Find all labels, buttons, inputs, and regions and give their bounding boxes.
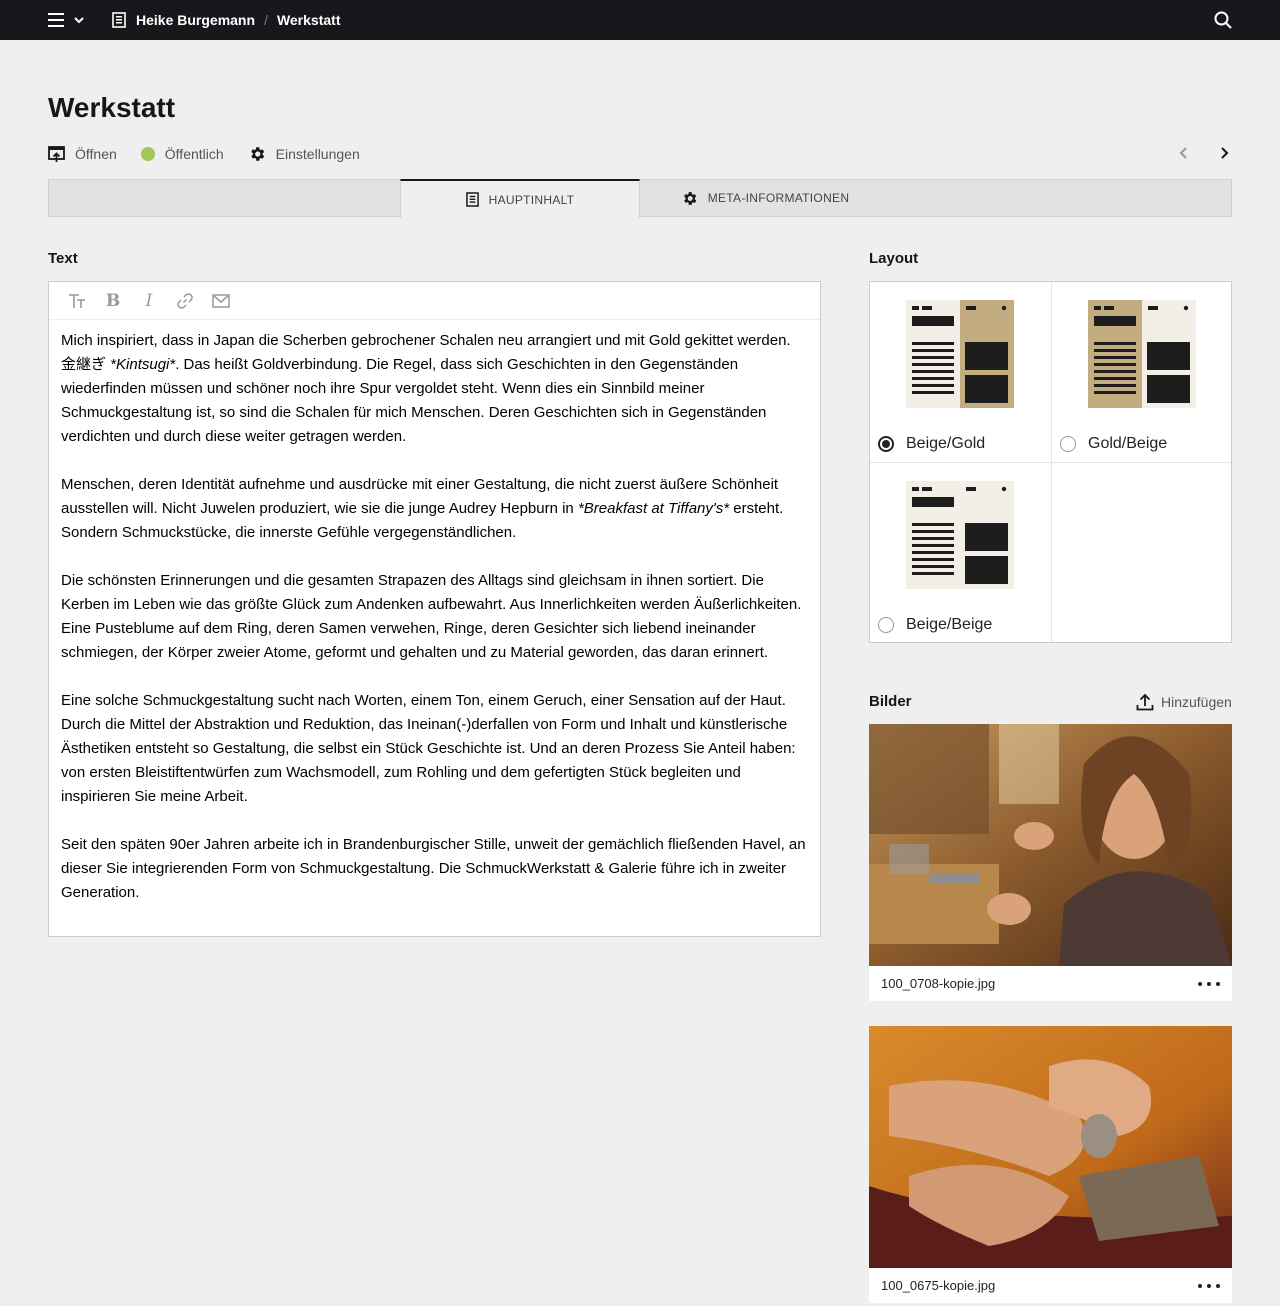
- chevron-down-icon: [74, 17, 84, 24]
- chevron-left-icon: [1179, 147, 1187, 159]
- dot: [1198, 1283, 1202, 1288]
- add-image-button[interactable]: Hinzufügen: [1136, 693, 1232, 711]
- radio-button[interactable]: [1060, 436, 1076, 452]
- paragraph-emphasis: *Breakfast at Tiffany's*: [577, 500, 730, 517]
- photo-thumbnail[interactable]: [869, 724, 1232, 966]
- email-button[interactable]: [203, 286, 239, 316]
- text-section-label: Text: [48, 250, 78, 267]
- settings-button[interactable]: Einstellungen: [248, 145, 360, 163]
- email-icon: [212, 293, 230, 308]
- add-image-label: Hinzufügen: [1161, 694, 1232, 710]
- option-text: Beige/Gold: [906, 435, 986, 452]
- image-card: 100_0708-kopie.jpg: [869, 724, 1232, 1001]
- layout-thumbnail: [1088, 300, 1196, 408]
- paragraph-text: Eine solche Schmuckgestaltung sucht nach…: [61, 692, 796, 805]
- chevron-right-icon: [1221, 147, 1229, 159]
- dot: [1207, 981, 1211, 986]
- radio-button-selected[interactable]: [878, 436, 894, 452]
- tab-bar: HAUPTINHALT META-INFORMATIONEN: [48, 179, 1232, 218]
- dot: [1207, 1283, 1211, 1288]
- italic-button[interactable]: I: [131, 286, 167, 316]
- hamburger-icon: [48, 13, 84, 27]
- text-paragraph: Die schönsten Erinnerungen und die gesam…: [61, 569, 808, 665]
- settings-label: Einstellungen: [275, 146, 360, 162]
- image-filename: 100_0675-kopie.jpg: [881, 1278, 996, 1293]
- option-text: Gold/Beige: [1088, 435, 1168, 452]
- link-button[interactable]: [167, 286, 203, 316]
- tab-label: HAUPTINHALT: [488, 192, 575, 207]
- text-paragraph: Seit den späten 90er Jahren arbeite ich …: [61, 833, 808, 905]
- previous-button[interactable]: [1174, 143, 1194, 163]
- editor-content[interactable]: Mich inspiriert, dass in Japan die Scher…: [49, 320, 820, 914]
- layout-option-beige-gold[interactable]: Beige/Gold: [870, 282, 1051, 462]
- layout-option-label: Beige/Gold: [878, 435, 985, 453]
- bold-button[interactable]: B: [95, 286, 131, 316]
- text-paragraph: Mich inspiriert, dass in Japan die Scher…: [61, 329, 808, 449]
- radio-button[interactable]: [878, 617, 894, 633]
- tab-meta-information[interactable]: META-INFORMATIONEN: [640, 179, 890, 217]
- tab-label: META-INFORMATIONEN: [707, 191, 850, 205]
- more-options-button[interactable]: [1198, 1279, 1220, 1293]
- next-button[interactable]: [1214, 143, 1234, 163]
- upload-icon: [1136, 693, 1154, 711]
- editor-toolbar: B I: [49, 282, 820, 320]
- layout-section-label: Layout: [869, 250, 919, 267]
- breadcrumb: Heike Burgemann / Werkstatt: [112, 11, 340, 29]
- search-button[interactable]: [1214, 11, 1232, 29]
- dot: [1216, 1283, 1220, 1288]
- text-paragraph: Eine solche Schmuckgestaltung sucht nach…: [61, 689, 808, 809]
- text-paragraph: Menschen, deren Identität aufnehme und a…: [61, 473, 808, 545]
- image-meta: 100_0675-kopie.jpg: [869, 1268, 1232, 1303]
- breadcrumb-separator: /: [264, 12, 268, 28]
- layout-thumbnail: [906, 300, 1014, 408]
- images-section-label: Bilder: [869, 693, 912, 710]
- page-icon: [465, 192, 479, 207]
- breadcrumb-item[interactable]: Heike Burgemann: [136, 12, 255, 28]
- dot: [1216, 981, 1220, 986]
- tab-main-content[interactable]: HAUPTINHALT: [400, 179, 640, 218]
- status-dot: [140, 147, 155, 161]
- tab-empty[interactable]: [48, 179, 401, 217]
- menu-button[interactable]: [46, 11, 88, 29]
- paragraph-emphasis: *Kintsugi*: [110, 356, 176, 373]
- paragraph-text: Seit den späten 90er Jahren arbeite ich …: [61, 836, 806, 901]
- layout-picker: Beige/Gold Gold/Beige Beige/Beige: [869, 281, 1232, 643]
- italic-icon: I: [145, 290, 153, 311]
- gear-icon: [683, 191, 696, 205]
- page-actions: Öffnen Öffentlich Einstellungen: [48, 143, 384, 165]
- heading-button[interactable]: [59, 286, 95, 316]
- dot: [1198, 981, 1202, 986]
- image-card: 100_0675-kopie.jpg: [869, 1026, 1232, 1303]
- option-text: Beige/Beige: [906, 616, 993, 633]
- bold-icon: B: [105, 290, 121, 311]
- layout-option-gold-beige[interactable]: Gold/Beige: [1052, 282, 1233, 462]
- open-label: Öffnen: [75, 146, 117, 162]
- layout-option-label: Beige/Beige: [878, 616, 992, 634]
- top-bar: Heike Burgemann / Werkstatt: [0, 0, 1280, 40]
- link-icon: [177, 292, 193, 309]
- gear-icon: [250, 147, 264, 161]
- search-icon: [1214, 11, 1232, 29]
- heading-icon: [69, 293, 85, 308]
- layout-option-label: Gold/Beige: [1060, 435, 1167, 453]
- page-title: Werkstatt: [48, 92, 176, 123]
- text-editor[interactable]: B I Mich inspiriert, dass in Japan die S…: [48, 281, 821, 937]
- paragraph-text: Die schönsten Erinnerungen und die gesam…: [61, 572, 802, 661]
- status-toggle[interactable]: Öffentlich: [140, 146, 224, 162]
- more-options-button[interactable]: [1198, 977, 1220, 991]
- status-label: Öffentlich: [164, 146, 224, 162]
- image-meta: 100_0708-kopie.jpg: [869, 966, 1232, 1001]
- page-icon: [112, 12, 126, 28]
- open-button[interactable]: Öffnen: [48, 145, 117, 163]
- layout-option-beige-beige[interactable]: Beige/Beige: [870, 463, 1051, 643]
- breadcrumb-item-current[interactable]: Werkstatt: [277, 12, 341, 28]
- image-filename: 100_0708-kopie.jpg: [881, 976, 996, 991]
- layout-thumbnail: [906, 481, 1014, 589]
- photo-thumbnail[interactable]: [869, 1026, 1232, 1268]
- open-icon: [48, 145, 65, 162]
